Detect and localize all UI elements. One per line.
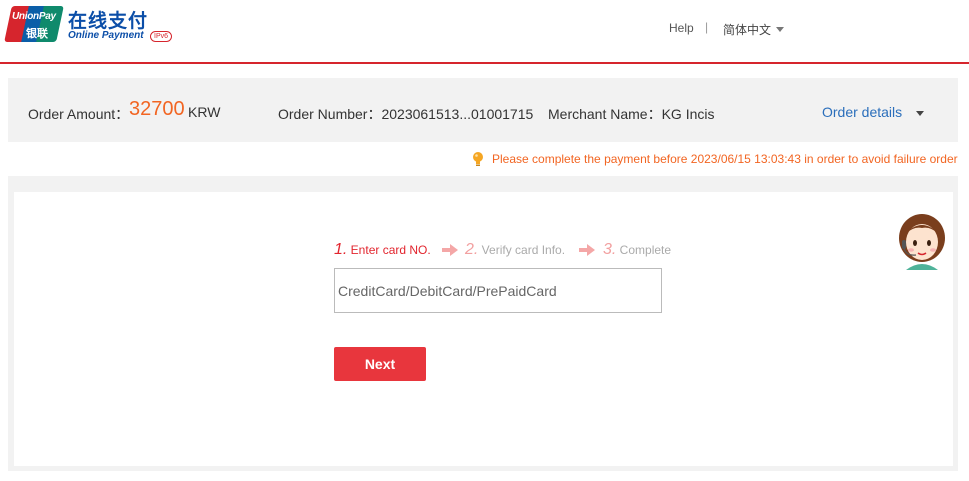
logo-text-en: UnionPay bbox=[12, 11, 56, 22]
order-details-link[interactable]: Order details bbox=[822, 104, 902, 120]
header: UnionPay 银联 在线支付 Online Payment IPv6 Hel… bbox=[0, 0, 969, 64]
step-label: Enter card NO. bbox=[347, 243, 431, 257]
brand-title-cn: 在线支付 bbox=[68, 10, 149, 32]
next-button[interactable]: Next bbox=[334, 347, 426, 381]
arrow-right-icon bbox=[442, 244, 458, 256]
payment-panel: 1. Enter card NO. 2. Verify card Info. 3… bbox=[8, 176, 958, 471]
step-number: 2. bbox=[465, 241, 479, 258]
step-label: Verify card Info. bbox=[478, 243, 566, 257]
unionpay-logo: UnionPay 银联 bbox=[4, 6, 64, 42]
lightbulb-icon bbox=[473, 152, 483, 166]
order-summary-bar: Order Amount： 32700 KRW Order Number：202… bbox=[8, 78, 958, 142]
order-number: Order Number：2023061513...01001715 bbox=[278, 106, 534, 122]
payment-form: 1. Enter card NO. 2. Verify card Info. 3… bbox=[14, 192, 953, 466]
step-number: 3. bbox=[603, 241, 617, 258]
help-link[interactable]: Help bbox=[669, 21, 694, 35]
customer-service-avatar-icon[interactable] bbox=[896, 212, 948, 272]
header-separator: | bbox=[705, 20, 709, 34]
order-amount-label: Order Amount： bbox=[28, 106, 130, 122]
step-complete: 3. Complete bbox=[603, 241, 671, 259]
step-enter-card: 1. Enter card NO. bbox=[334, 241, 431, 259]
step-number: 1. bbox=[334, 241, 348, 258]
order-currency: KRW bbox=[188, 104, 221, 120]
step-label: Complete bbox=[616, 243, 672, 257]
merchant-name: Merchant Name：KG Incis bbox=[548, 106, 715, 122]
brand-title-en: Online Payment bbox=[68, 30, 144, 41]
logo-text-cn: 银联 bbox=[26, 28, 48, 40]
step-verify-card: 2. Verify card Info. bbox=[465, 241, 565, 259]
payment-deadline-notice: Please complete the payment before 2023/… bbox=[492, 152, 958, 166]
order-amount-value: 32700 bbox=[129, 98, 185, 120]
chevron-down-icon[interactable] bbox=[776, 27, 784, 32]
chevron-down-icon[interactable] bbox=[916, 111, 924, 116]
ipv6-badge: IPv6 bbox=[150, 31, 173, 42]
card-number-input[interactable] bbox=[334, 268, 662, 313]
arrow-right-icon bbox=[579, 244, 595, 256]
language-selector[interactable]: 简体中文 bbox=[723, 21, 771, 38]
